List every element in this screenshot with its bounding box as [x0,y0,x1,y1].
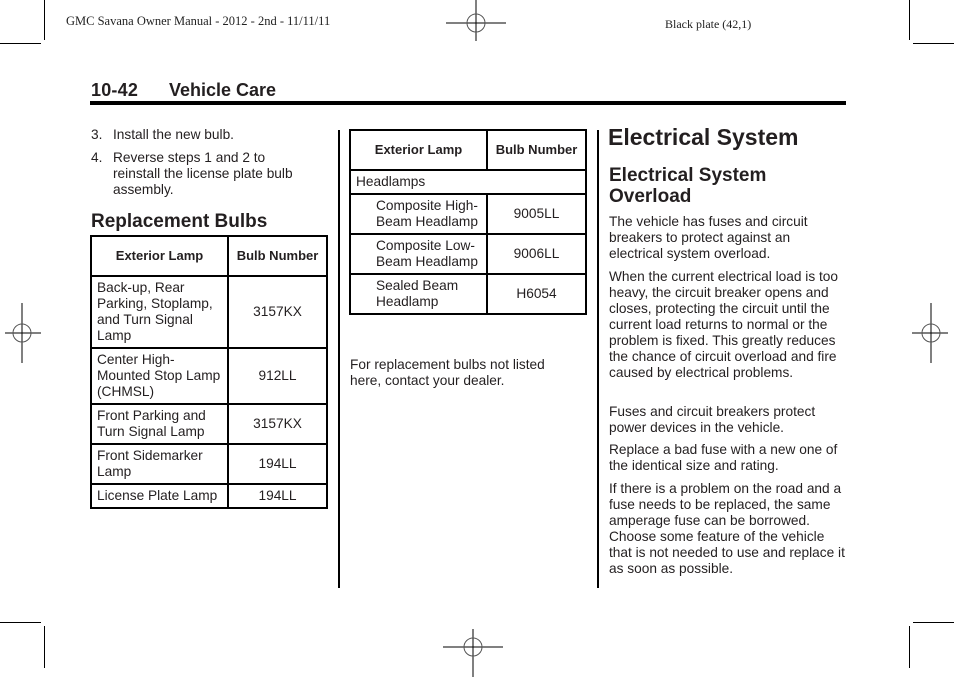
table-row: Composite Low-Beam Headlamp 9006LL [349,233,587,275]
table-header-row: Exterior Lamp Bulb Number [349,129,587,171]
bulb-cell: 912LL [227,347,328,405]
registration-mark-icon [912,303,948,363]
header-rule [90,101,846,105]
paragraph: When the current electrical load is too … [609,269,838,380]
bulb-cell: 194LL [227,483,328,509]
bulb-cell: 3157KX [227,275,328,349]
table-row: License Plate Lamp 194LL [90,483,328,509]
paragraph: Fuses and circuit breakers protect power… [609,404,816,435]
bulb-cell: 3157KX [227,403,328,445]
bulb-cell: 9005LL [486,193,587,235]
step-text: Reverse steps 1 and 2 to reinstall the l… [113,150,293,197]
lamp-cell: Sealed Beam Headlamp [349,273,488,315]
lamp-cell: Front Parking and Turn Signal Lamp [90,403,229,445]
table-row: Back-up, Rear Parking, Stoplamp, and Tur… [90,275,328,349]
registration-mark-icon [446,0,506,41]
crop-mark [0,622,41,623]
overload-subtitle: Electrical System Overload [609,165,767,207]
table-header-row: Exterior Lamp Bulb Number [90,235,328,277]
crop-mark [0,43,41,44]
lamp-cell: Front Sidemarker Lamp [90,443,229,485]
column-header: Exterior Lamp [349,129,488,171]
column-header: Exterior Lamp [90,235,229,277]
column-divider [338,130,340,588]
crop-mark [909,626,910,668]
registration-mark-icon [5,303,41,363]
crop-mark [44,626,45,668]
step-number: 3. [91,127,103,142]
dealer-note: For replacement bulbs not listed here, c… [350,357,545,388]
crop-mark [913,43,954,44]
print-header-right: Black plate (42,1) [665,17,752,31]
group-label: Headlamps [349,169,587,195]
lamp-cell: License Plate Lamp [90,483,229,509]
lamp-cell: Back-up, Rear Parking, Stoplamp, and Tur… [90,275,229,349]
column-divider [597,130,599,588]
step-number: 4. [91,150,103,165]
lamp-cell: Center High-Mounted Stop Lamp (CHMSL) [90,347,229,405]
replacement-bulbs-table: Exterior Lamp Bulb Number Back-up, Rear … [90,235,328,509]
lamp-cell: Composite High-Beam Headlamp [349,193,488,235]
registration-mark-icon [443,629,503,677]
paragraph: If there is a problem on the road and a … [609,481,845,576]
table-row: Front Sidemarker Lamp 194LL [90,443,328,485]
crop-mark [909,0,910,40]
page-number: 10-42 [91,80,139,100]
bulb-cell: H6054 [486,273,587,315]
table-row: Front Parking and Turn Signal Lamp 3157K… [90,403,328,445]
electrical-system-title: Electrical System [608,124,799,150]
bulb-cell: 9006LL [486,233,587,275]
table-group-row: Headlamps [349,169,587,195]
bulb-cell: 194LL [227,443,328,485]
paragraph: Replace a bad fuse with a new one of the… [609,442,838,473]
paragraph: The vehicle has fuses and circuit breake… [609,214,808,261]
crop-mark [44,0,45,40]
replacement-bulbs-heading: Replacement Bulbs [91,211,268,232]
column-header: Bulb Number [227,235,328,277]
step-text: Install the new bulb. [113,127,234,142]
lamp-cell: Composite Low-Beam Headlamp [349,233,488,275]
step-item: 3. Install the new bulb. [91,127,321,143]
step-item: 4. Reverse steps 1 and 2 to reinstall th… [91,150,316,198]
table-row: Composite High-Beam Headlamp 9005LL [349,193,587,235]
section-title: Vehicle Care [169,80,277,100]
crop-mark [913,622,954,623]
print-header-left: GMC Savana Owner Manual - 2012 - 2nd - 1… [66,14,331,28]
headlamp-bulbs-table: Exterior Lamp Bulb Number Headlamps Comp… [349,129,587,315]
table-row: Center High-Mounted Stop Lamp (CHMSL) 91… [90,347,328,405]
column-header: Bulb Number [486,129,587,171]
table-row: Sealed Beam Headlamp H6054 [349,273,587,315]
